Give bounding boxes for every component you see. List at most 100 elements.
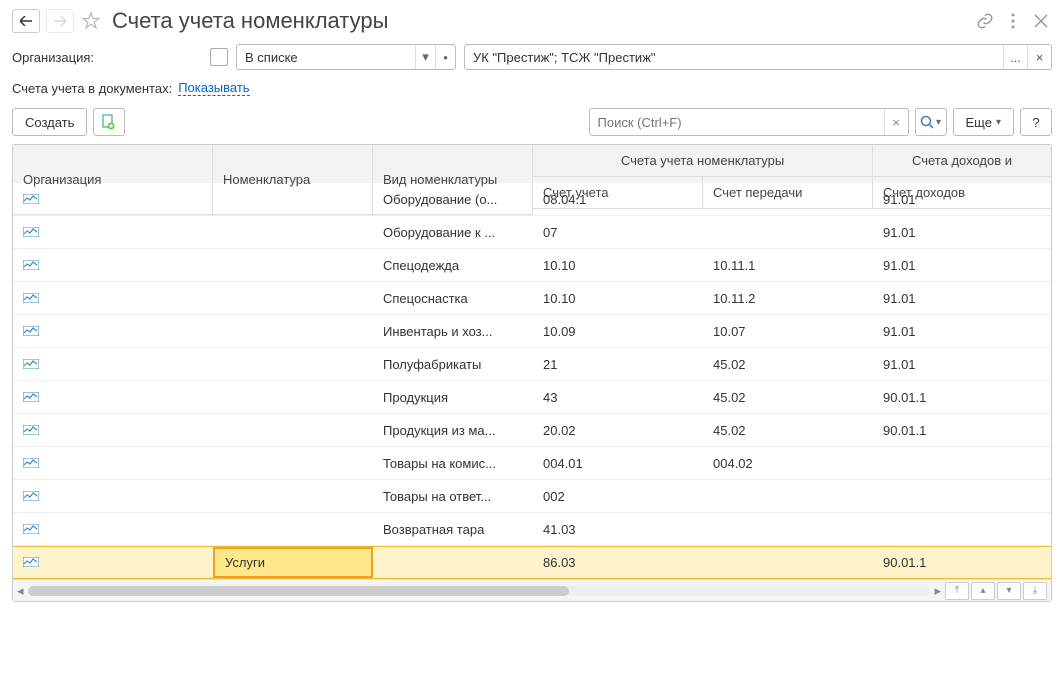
cell-nom	[213, 325, 373, 337]
cell-nom	[213, 292, 373, 304]
table-row[interactable]: Спецоснастка 10.10 10.11.2 91.01	[13, 282, 1051, 315]
cell-vid: Полуфабрикаты	[373, 351, 533, 378]
cell-su: 41.03	[533, 516, 703, 543]
cell-su: 10.10	[533, 252, 703, 279]
chevron-down-icon[interactable]: ▾	[415, 45, 435, 69]
ellipsis-button[interactable]: ...	[1003, 45, 1027, 69]
th-group-accounts[interactable]: Счета учета номенклатуры	[533, 145, 873, 177]
cell-su: 07	[533, 219, 703, 246]
row-icon	[23, 392, 39, 402]
cell-vid: Оборудование (о...	[373, 186, 533, 213]
nav-forward-button[interactable]	[46, 9, 74, 33]
docs-show-link[interactable]: Показывать	[178, 80, 249, 96]
search-box[interactable]: ×	[589, 108, 909, 136]
org-label: Организация:	[12, 50, 202, 65]
cell-vid: Оборудование к ...	[373, 219, 533, 246]
cell-sp	[703, 193, 873, 205]
cell-nom	[213, 523, 373, 535]
row-icon	[23, 293, 39, 303]
table-row[interactable]: Услуги 86.03 90.01.1	[13, 546, 1051, 579]
scroll-bottom-button[interactable]: ⤓	[1023, 582, 1047, 600]
search-input[interactable]	[590, 115, 884, 130]
table-row[interactable]: Товары на ответ... 002	[13, 480, 1051, 513]
cell-sp	[703, 557, 873, 569]
cell-sp	[703, 226, 873, 238]
cell-su: 08.04.1	[533, 186, 703, 213]
close-icon[interactable]	[1030, 10, 1052, 32]
cell-org	[13, 318, 213, 345]
cell-sd	[873, 457, 1051, 469]
cell-sp: 10.11.2	[703, 285, 873, 312]
row-icon	[23, 260, 39, 270]
cell-sd: 91.01	[873, 318, 1051, 345]
org-checkbox[interactable]	[210, 48, 228, 66]
row-icon	[23, 524, 39, 534]
cell-sp: 10.07	[703, 318, 873, 345]
clear-org-button[interactable]: ×	[1027, 45, 1051, 69]
scroll-top-button[interactable]: ⤒	[945, 582, 969, 600]
row-icon	[23, 425, 39, 435]
favorite-icon[interactable]	[80, 10, 102, 32]
search-button[interactable]: ▾	[915, 108, 947, 136]
cell-su: 43	[533, 384, 703, 411]
row-icon	[23, 194, 39, 204]
nav-back-button[interactable]	[12, 9, 40, 33]
table-row[interactable]: Возвратная тара 41.03	[13, 513, 1051, 546]
cell-org	[13, 285, 213, 312]
help-button[interactable]: ?	[1020, 108, 1052, 136]
link-icon[interactable]	[974, 10, 996, 32]
table-row[interactable]: Инвентарь и хоз... 10.09 10.07 91.01	[13, 315, 1051, 348]
cell-sd	[873, 490, 1051, 502]
horizontal-scrollbar[interactable]: ◂ ▸	[13, 583, 945, 599]
org-value: УК "Престиж"; ТСЖ "Престиж"	[465, 50, 1003, 65]
cell-vid: Товары на ответ...	[373, 483, 533, 510]
scroll-up-button[interactable]: ▴	[971, 582, 995, 600]
org-value-field[interactable]: УК "Престиж"; ТСЖ "Престиж" ... ×	[464, 44, 1052, 70]
more-button[interactable]: Еще▾	[953, 108, 1014, 136]
row-icon	[23, 458, 39, 468]
cell-nom	[213, 193, 373, 205]
cell-nom	[213, 424, 373, 436]
table-row[interactable]: Оборудование к ... 07 91.01	[13, 216, 1051, 249]
table-row[interactable]: Товары на комис... 004.01 004.02	[13, 447, 1051, 480]
list-mode-dropdown[interactable]: В списке ▾ •	[236, 44, 456, 70]
cell-org	[13, 516, 213, 543]
cell-su: 21	[533, 351, 703, 378]
dropdown-extra-icon[interactable]: •	[435, 45, 455, 69]
cell-sp	[703, 523, 873, 535]
cell-org	[13, 483, 213, 510]
table-row[interactable]: Оборудование (о... 08.04.1 91.01	[13, 183, 1051, 216]
accounts-table: Организация Номенклатура Вид номенклатур…	[12, 144, 1052, 602]
cell-nom	[213, 490, 373, 502]
table-row[interactable]: Полуфабрикаты 21 45.02 91.01	[13, 348, 1051, 381]
cell-sp: 45.02	[703, 351, 873, 378]
scroll-down-button[interactable]: ▾	[997, 582, 1021, 600]
cell-sd	[873, 523, 1051, 535]
th-group-income[interactable]: Счета доходов и	[873, 145, 1051, 177]
copy-button[interactable]	[93, 108, 125, 136]
table-row[interactable]: Спецодежда 10.10 10.11.1 91.01	[13, 249, 1051, 282]
cell-org	[13, 351, 213, 378]
cell-sd: 91.01	[873, 186, 1051, 213]
table-row[interactable]: Продукция 43 45.02 90.01.1	[13, 381, 1051, 414]
cell-vid: Спецоснастка	[373, 285, 533, 312]
cell-su: 86.03	[533, 549, 703, 576]
cell-vid: Продукция из ма...	[373, 417, 533, 444]
cell-org	[13, 549, 213, 576]
cell-sp: 004.02	[703, 450, 873, 477]
table-row[interactable]: Продукция из ма... 20.02 45.02 90.01.1	[13, 414, 1051, 447]
row-icon	[23, 359, 39, 369]
cell-vid: Возвратная тара	[373, 516, 533, 543]
cell-nom	[213, 457, 373, 469]
row-icon	[23, 491, 39, 501]
cell-sd: 90.01.1	[873, 384, 1051, 411]
cell-sp: 10.11.1	[703, 252, 873, 279]
page-title: Счета учета номенклатуры	[112, 8, 388, 34]
cell-org	[13, 384, 213, 411]
kebab-menu-icon[interactable]	[1002, 10, 1024, 32]
cell-org	[13, 219, 213, 246]
search-clear-button[interactable]: ×	[884, 109, 908, 135]
cell-sp: 45.02	[703, 417, 873, 444]
create-button[interactable]: Создать	[12, 108, 87, 136]
cell-sp	[703, 490, 873, 502]
